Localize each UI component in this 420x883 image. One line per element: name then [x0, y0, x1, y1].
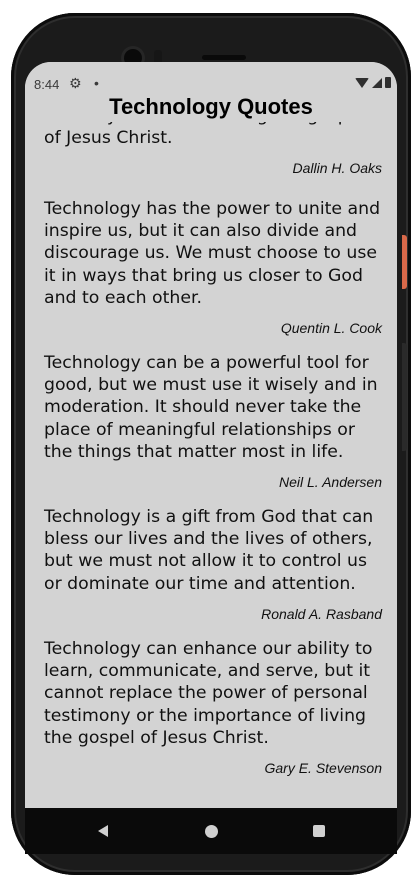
status-icons: [355, 77, 391, 88]
app-screen: can only come from living the gospel of …: [25, 62, 397, 808]
quote-author: Quentin L. Cook: [280, 320, 382, 337]
status-time: 8:44: [34, 77, 60, 92]
cell-signal-icon: [372, 77, 382, 88]
quote-item: Technology is a gift from God that can b…: [44, 506, 382, 622]
home-icon[interactable]: [205, 825, 218, 838]
quote-author: Gary E. Stevenson: [264, 760, 382, 777]
status-bar: 8:44 ⚙ •: [25, 62, 397, 110]
quote-text: Technology can be a powerful tool for go…: [44, 353, 378, 462]
quote-author: Ronald A. Rasband: [261, 605, 382, 622]
quote-text: Technology has the power to unite and in…: [44, 199, 381, 308]
earpiece-speaker: [202, 55, 246, 60]
quote-item: Technology has the power to unite and in…: [44, 198, 382, 336]
battery-icon: [385, 77, 391, 88]
gear-icon: ⚙: [69, 75, 82, 91]
quote-author: Dallin H. Oaks: [292, 160, 382, 177]
quote-item: Technology can enhance our ability to le…: [44, 638, 382, 776]
recents-icon[interactable]: [313, 825, 325, 837]
navigation-bar: [25, 808, 397, 854]
volume-button: [402, 343, 407, 451]
quote-text: Technology is a gift from God that can b…: [44, 507, 374, 594]
quote-item: Technology can be a powerful tool for go…: [44, 352, 382, 490]
wifi-icon: [355, 77, 369, 88]
power-button: [402, 235, 407, 289]
quote-author: Neil L. Andersen: [279, 474, 382, 491]
notification-dot-icon: •: [94, 75, 99, 91]
quote-text: Technology can enhance our ability to le…: [44, 639, 373, 748]
back-icon[interactable]: [98, 825, 108, 837]
